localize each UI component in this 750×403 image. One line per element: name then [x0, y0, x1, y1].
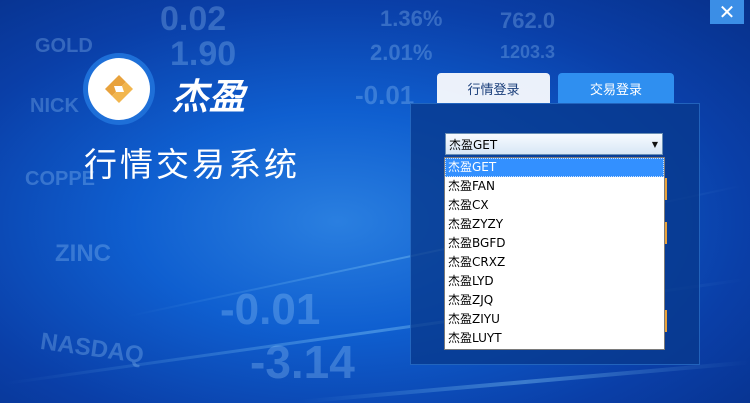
ticker-text: 2.01%	[370, 40, 433, 65]
app-title: 行情交易系统	[84, 145, 300, 184]
ticker-text: 1203.3	[500, 42, 556, 62]
ticker-text: NASDAQ	[38, 327, 146, 370]
ticker-text: -3.14	[250, 336, 355, 388]
server-option[interactable]: 杰盈ZYZY	[445, 215, 664, 234]
jieying-logo-icon	[88, 58, 150, 120]
light-streak	[300, 360, 750, 403]
brand-name: 杰盈	[172, 77, 247, 118]
server-option[interactable]: 杰盈ZJQ	[445, 291, 664, 310]
ticker-text: 0.02	[160, 0, 227, 38]
chevron-down-icon[interactable]: ▼	[648, 140, 662, 149]
server-option[interactable]: 杰盈FAN	[445, 177, 664, 196]
server-option[interactable]: 杰盈GET	[445, 158, 664, 177]
server-select-value: 杰盈GET	[449, 137, 498, 152]
ticker-text: -0.01	[355, 80, 415, 110]
tab-market-login[interactable]: 行情登录	[437, 73, 550, 103]
server-option[interactable]: 杰盈ZIYU	[445, 310, 664, 329]
server-option[interactable]: 杰盈CX	[445, 196, 664, 215]
ticker-text: ZINC	[55, 240, 111, 267]
server-dropdown-list: 杰盈GET 杰盈FAN 杰盈CX 杰盈ZYZY 杰盈BGFD 杰盈CRXZ 杰盈…	[444, 157, 665, 350]
ticker-text: -0.01	[220, 285, 321, 334]
server-option[interactable]: 杰盈CRXZ	[445, 253, 664, 272]
close-button[interactable]: ✕	[710, 0, 744, 24]
server-option[interactable]: 杰盈LUYT	[445, 329, 664, 348]
server-option[interactable]: 杰盈LYD	[445, 272, 664, 291]
close-icon: ✕	[718, 0, 736, 24]
server-option[interactable]: 杰盈BGFD	[445, 234, 664, 253]
ticker-text: GOLD	[35, 35, 93, 57]
ticker-text: NICK	[30, 95, 79, 117]
tab-trade-login[interactable]: 交易登录	[558, 73, 674, 103]
ticker-text: 1.36%	[380, 6, 443, 31]
server-select[interactable]: 杰盈GET ▼	[445, 133, 663, 155]
ticker-text: 762.0	[500, 8, 556, 33]
